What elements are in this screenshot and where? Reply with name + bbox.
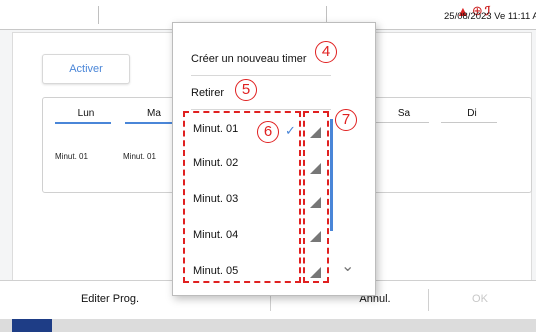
create-timer-item[interactable]: Créer un nouveau timer — [191, 53, 307, 65]
bottom-divider — [428, 289, 429, 311]
day-tab-underline — [441, 122, 497, 123]
day-tab-sun[interactable]: Di — [447, 108, 497, 119]
edit-corner-icon[interactable] — [310, 163, 321, 174]
chevron-down-icon[interactable]: ⌄ — [341, 259, 354, 275]
popup-divider — [191, 75, 331, 76]
activate-button[interactable]: Activer — [42, 54, 130, 84]
day-slot-mon[interactable]: Minut. 01 — [55, 152, 88, 161]
edit-corner-icon[interactable] — [310, 231, 321, 242]
day-tab-mon[interactable]: Lun — [61, 108, 111, 119]
callout-badge-4: 4 — [315, 41, 337, 63]
callout-badge-5: 5 — [235, 79, 257, 101]
footer-indicator — [12, 319, 52, 332]
footer-strip — [0, 319, 536, 332]
edit-corner-icon[interactable] — [310, 267, 321, 278]
timer-list-item[interactable]: Minut. 04 — [193, 229, 238, 241]
datetime-label: 25/08/2023 Ve 11:11 AM — [444, 11, 536, 22]
timer-popup-menu: Créer un nouveau timer 4 Retirer 5 6 7 M… — [172, 22, 376, 296]
day-tab-underline — [55, 122, 111, 124]
day-tab-underline — [125, 122, 175, 124]
day-slot-tue[interactable]: Minut. 01 — [123, 152, 156, 161]
day-tab-sat[interactable]: Sa — [379, 108, 429, 119]
edit-corner-icon[interactable] — [310, 197, 321, 208]
edit-program-button[interactable]: Editer Prog. — [40, 281, 180, 317]
callout-badge-6: 6 — [257, 121, 279, 143]
timer-list-item[interactable]: Minut. 01 — [193, 123, 238, 135]
timer-list-item[interactable]: Minut. 05 — [193, 265, 238, 277]
timer-list-item[interactable]: Minut. 03 — [193, 193, 238, 205]
remove-item[interactable]: Retirer — [191, 87, 224, 99]
list-scrollbar[interactable] — [330, 119, 333, 231]
day-tab-underline — [373, 122, 429, 123]
status-divider — [98, 6, 99, 24]
callout-badge-7: 7 — [335, 109, 357, 131]
app-screen: ▲ ⊕ ℐ 25/08/2023 Ve 11:11 AM Activer Lun… — [0, 0, 536, 332]
checkmark-icon: ✓ — [285, 123, 296, 138]
timer-list-item[interactable]: Minut. 02 — [193, 157, 238, 169]
ok-button[interactable]: OK — [440, 281, 520, 317]
popup-divider — [191, 109, 331, 110]
edit-corner-icon[interactable] — [310, 127, 321, 138]
